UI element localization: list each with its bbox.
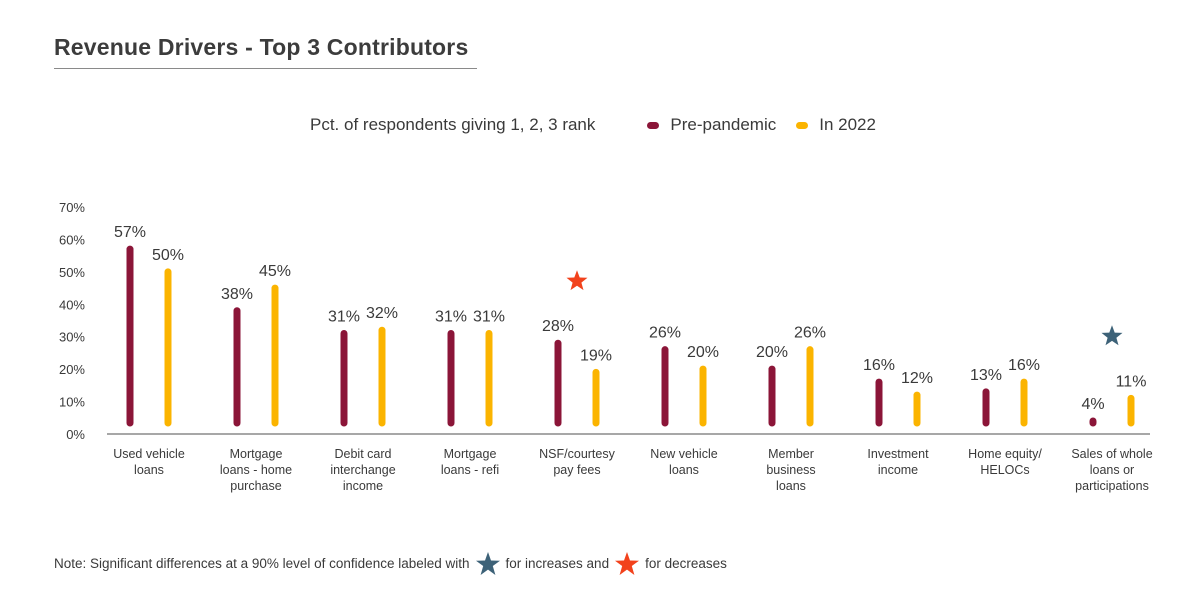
bar-chart: 0% 10% 20% 30% 40% 50% 60% 70% 57% 50% Used vehicl… [59,200,1153,493]
data-label: 45% [259,263,291,280]
note-middle: for increases and [505,556,610,571]
x-tick-label: Mortgage loans - home purchase [220,447,292,493]
data-label: 31% [328,308,360,325]
decrease-star-icon [566,270,588,291]
data-label: 26% [794,325,826,342]
x-tick-label: Investment income [867,447,929,477]
data-label: 20% [756,344,788,361]
data-label: 4% [1081,396,1104,413]
y-tick-label: 20% [59,362,85,377]
note-prefix: Note: Significant differences at a 90% l… [54,556,470,571]
note-suffix: for decreases [645,556,727,571]
data-label: 32% [366,305,398,322]
y-tick-label: 40% [59,297,85,312]
y-tick-label: 70% [59,200,85,215]
data-label: 57% [114,224,146,241]
x-tick-label: New vehicle loans [650,447,717,477]
data-label: 31% [435,308,467,325]
data-label: 26% [649,325,681,342]
y-tick-label: 30% [59,330,85,345]
x-tick-label: Home equity/HELOCs [968,447,1042,477]
data-label: 13% [970,367,1002,384]
x-tick-label: NSF/courtesy pay fees [539,447,615,477]
data-label: 31% [473,308,505,325]
x-tick-label: Sales of whole loans or participations [1071,447,1152,493]
data-label: 12% [901,370,933,387]
y-tick-label: 0% [66,427,85,442]
x-tick-label: Used vehicle loans [113,447,185,477]
y-tick-label: 50% [59,265,85,280]
x-tick-label: Member business loans [766,447,815,493]
data-label: 28% [542,318,574,335]
data-label: 38% [221,286,253,303]
data-label: 16% [863,357,895,374]
y-tick-label: 10% [59,395,85,410]
x-tick-label: Mortgage loans - refi [441,447,499,477]
data-label: 50% [152,247,184,264]
increase-star-icon [475,552,500,575]
data-label: 11% [1116,373,1147,390]
data-label: 20% [687,344,719,361]
data-label: 16% [1008,357,1040,374]
x-tick-label: Debit card interchange income [330,447,395,493]
data-label: 19% [580,347,612,364]
y-tick-label: 60% [59,232,85,247]
significance-note: Note: Significant differences at a 90% l… [54,552,727,575]
increase-star-icon [1101,325,1123,346]
decrease-star-icon [615,552,640,575]
